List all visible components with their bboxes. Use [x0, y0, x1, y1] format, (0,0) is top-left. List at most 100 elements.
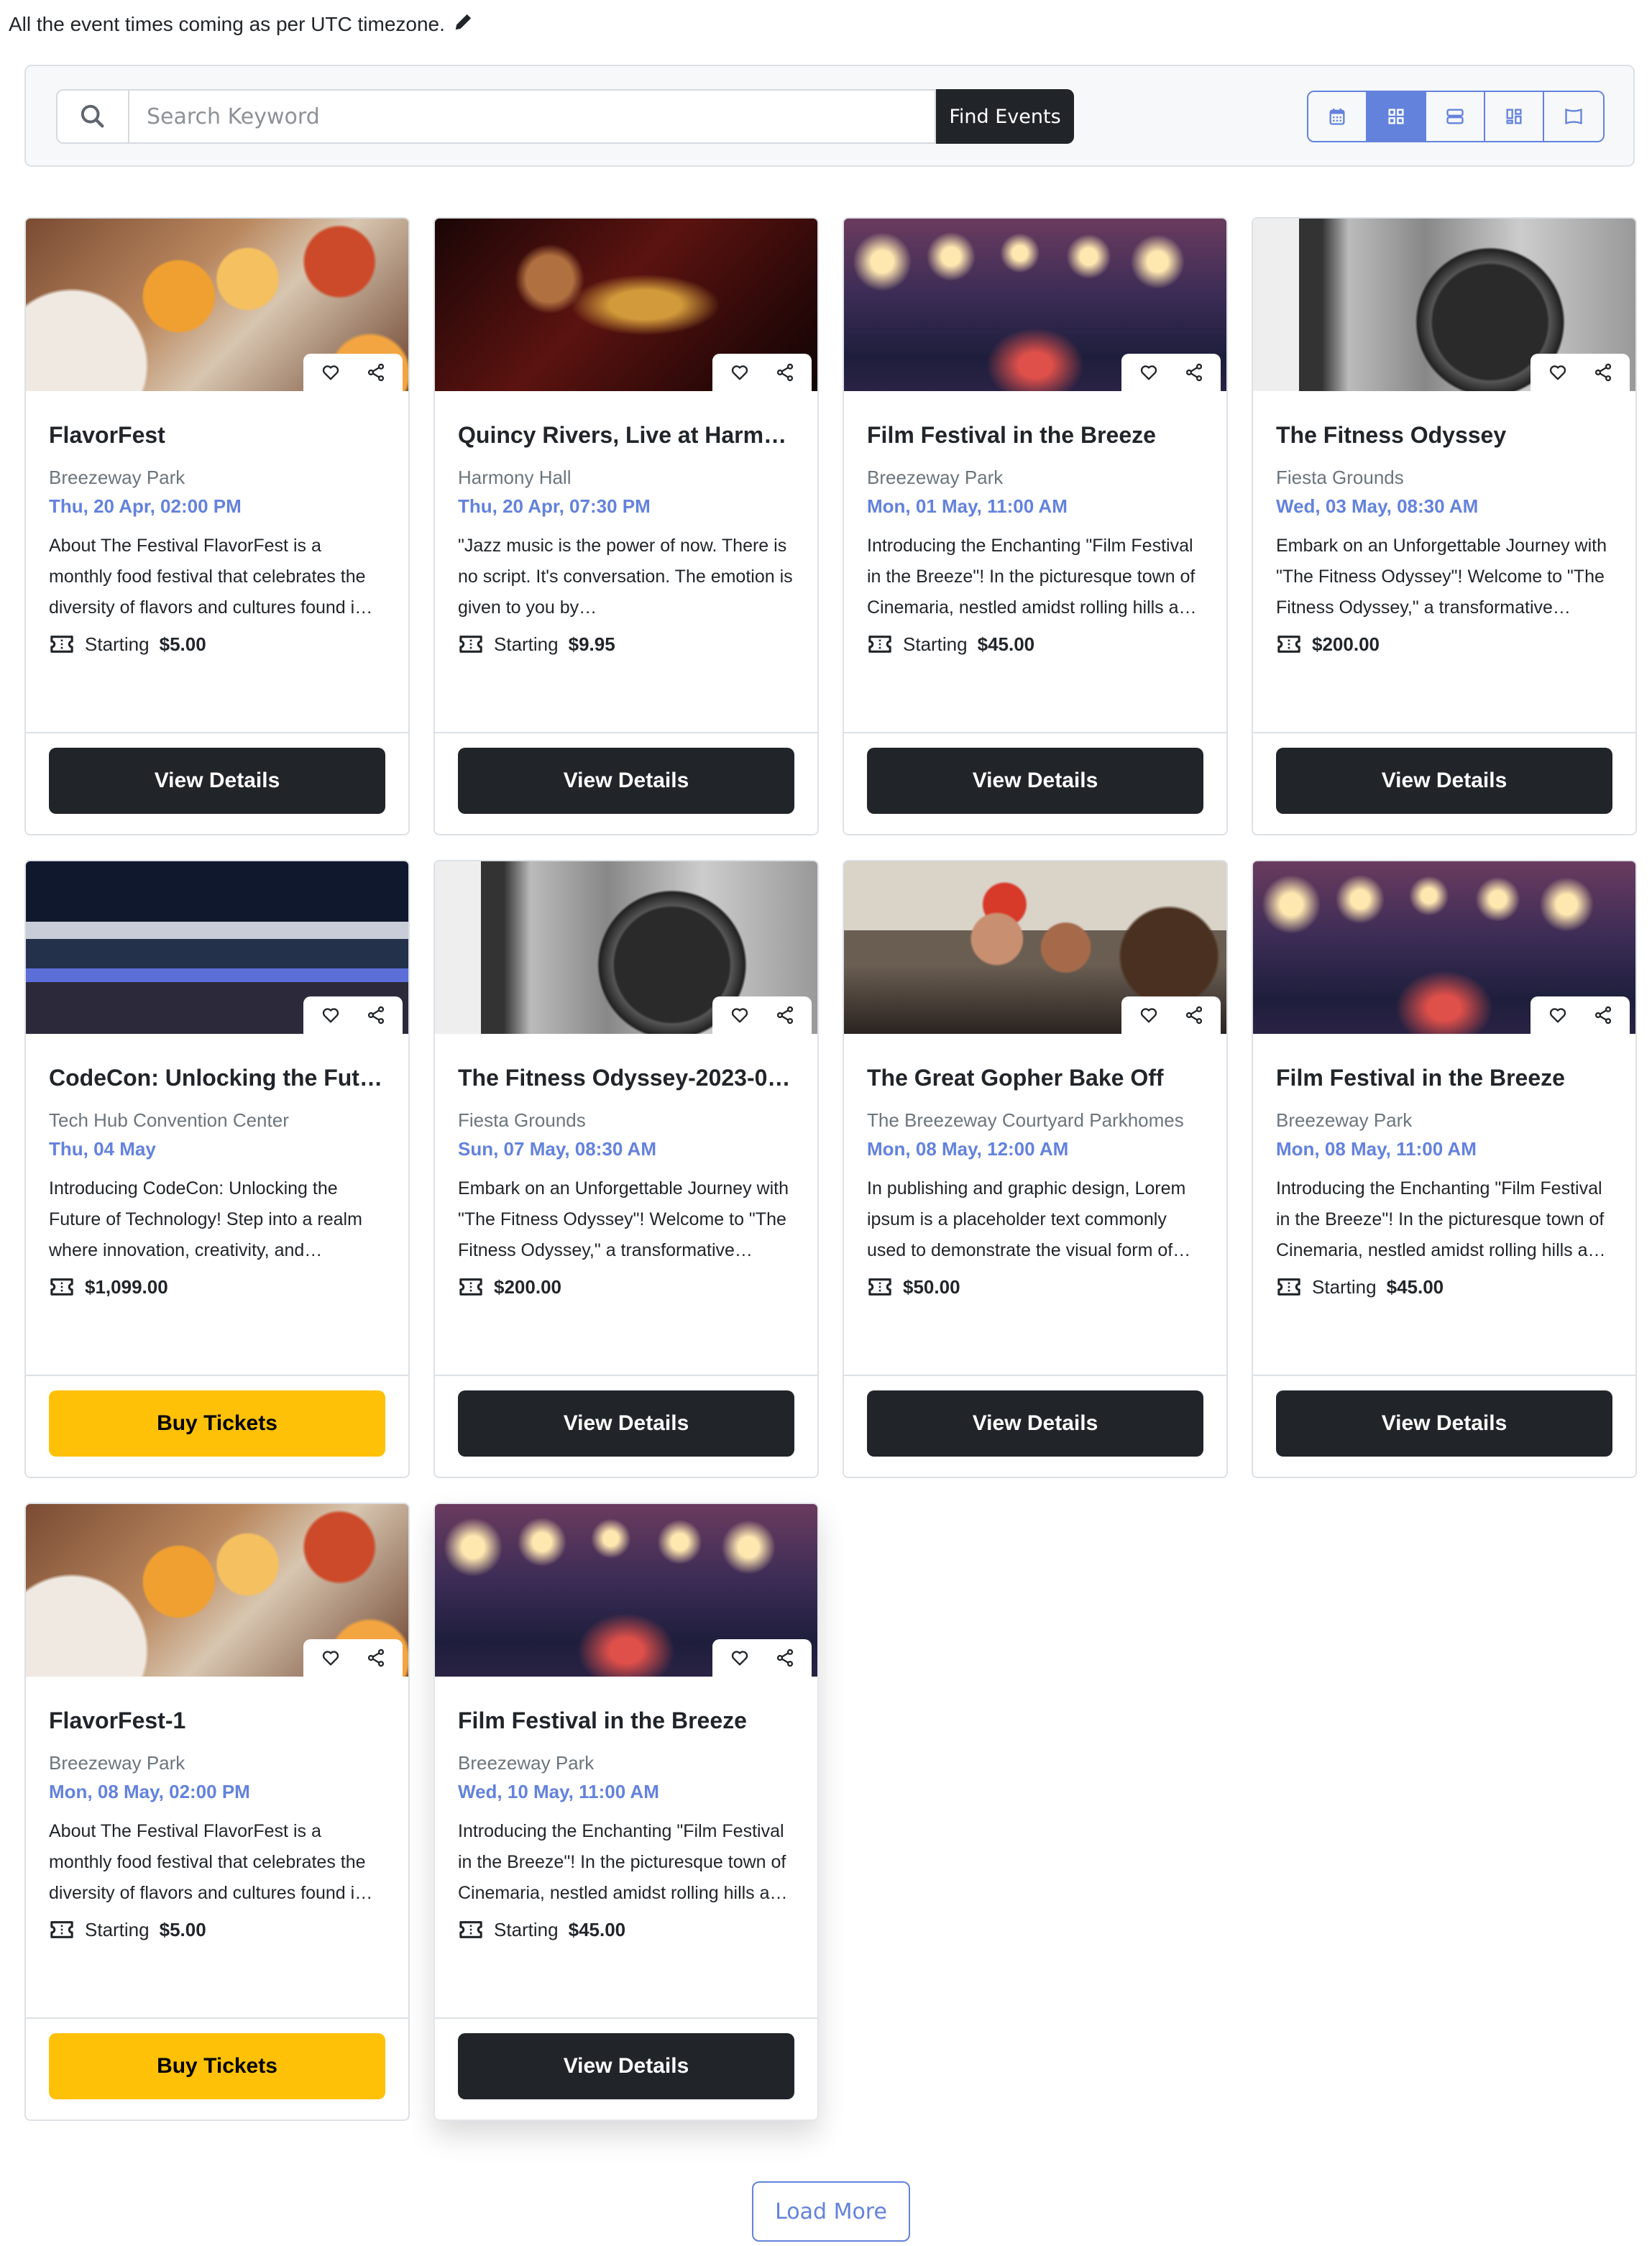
view-details-button[interactable]: View Details — [867, 748, 1203, 814]
load-more-button[interactable]: Load More — [752, 2181, 910, 2242]
event-image[interactable] — [26, 219, 408, 391]
view-details-button[interactable]: View Details — [458, 748, 794, 814]
ticket-icon — [459, 1921, 482, 1939]
search-input[interactable] — [128, 89, 936, 144]
event-footer: View Details — [435, 1375, 817, 1477]
event-description: About The Festival FlavorFest is a month… — [49, 1820, 373, 1903]
heart-icon — [1140, 1008, 1157, 1023]
event-date: Wed, 03 May, 08:30 AM — [1276, 495, 1479, 518]
share-icon — [1594, 1006, 1611, 1025]
view-details-button[interactable]: View Details — [458, 2033, 794, 2099]
ticket-icon — [1277, 1278, 1300, 1296]
share-button[interactable] — [775, 362, 795, 382]
share-button[interactable] — [366, 1648, 386, 1668]
share-button[interactable] — [775, 1005, 795, 1025]
view-details-button[interactable]: View Details — [49, 748, 385, 814]
favorite-button[interactable] — [321, 1005, 341, 1025]
event-card[interactable]: Quincy Rivers, Live at Harm… Harmony Hal… — [433, 217, 819, 835]
view-details-button[interactable]: View Details — [867, 1390, 1203, 1457]
share-button[interactable] — [366, 1005, 386, 1025]
buy-tickets-button[interactable]: Buy Tickets — [49, 1390, 385, 1457]
favorite-button[interactable] — [321, 1648, 341, 1668]
event-title[interactable]: FlavorFest-1 — [49, 1707, 385, 1734]
timezone-note: All the event times coming as per UTC ti… — [9, 12, 474, 37]
favorite-button[interactable] — [730, 1648, 750, 1668]
ticket-icon — [868, 1278, 891, 1296]
favorite-button[interactable] — [730, 362, 750, 382]
event-card[interactable]: FlavorFest-1 Breezeway Park Mon, 08 May,… — [24, 1503, 410, 2121]
share-button[interactable] — [1593, 1005, 1613, 1025]
event-title[interactable]: Quincy Rivers, Live at Harm… — [458, 421, 794, 449]
event-title[interactable]: Film Festival in the Breeze — [458, 1707, 794, 1734]
event-image[interactable] — [844, 861, 1226, 1034]
calendar-view-button[interactable] — [1308, 92, 1367, 141]
price-amount: $200.00 — [494, 1275, 561, 1298]
event-image[interactable] — [1253, 861, 1635, 1034]
event-title[interactable]: CodeCon: Unlocking the Fut… — [49, 1064, 385, 1091]
buy-tickets-button[interactable]: Buy Tickets — [49, 2033, 385, 2099]
masonry-view-button[interactable] — [1485, 92, 1544, 141]
event-image[interactable] — [435, 861, 817, 1034]
event-image[interactable] — [844, 219, 1226, 391]
favorite-button[interactable] — [1548, 1005, 1568, 1025]
list-icon — [1446, 109, 1464, 124]
event-venue: Harmony Hall — [458, 467, 572, 489]
find-events-button[interactable]: Find Events — [936, 89, 1074, 144]
event-card[interactable]: CodeCon: Unlocking the Fut… Tech Hub Con… — [24, 860, 410, 1478]
view-details-button[interactable]: View Details — [1276, 748, 1612, 814]
favorite-button[interactable] — [730, 1005, 750, 1025]
event-title[interactable]: The Fitness Odyssey — [1276, 421, 1612, 449]
share-button[interactable] — [1184, 1005, 1204, 1025]
event-description: "Jazz music is the power of now. There i… — [458, 535, 793, 618]
event-venue: The Breezeway Courtyard Parkhomes — [867, 1109, 1184, 1132]
event-card[interactable]: The Fitness Odyssey Fiesta Grounds Wed, … — [1252, 217, 1637, 835]
heart-icon — [731, 1651, 748, 1666]
event-card[interactable]: Film Festival in the Breeze Breezeway Pa… — [1252, 860, 1637, 1478]
event-image[interactable] — [435, 219, 817, 391]
event-title[interactable]: Film Festival in the Breeze — [1276, 1064, 1612, 1091]
event-description: About The Festival FlavorFest is a month… — [49, 535, 373, 618]
edit-timezone-icon[interactable] — [454, 12, 474, 37]
event-image[interactable] — [1253, 219, 1635, 391]
price-amount: $50.00 — [903, 1275, 960, 1298]
event-title[interactable]: FlavorFest — [49, 421, 385, 449]
price-amount: $45.00 — [977, 633, 1035, 655]
heart-icon — [731, 1008, 748, 1023]
grid-view-button[interactable] — [1367, 92, 1426, 141]
share-button[interactable] — [1593, 362, 1613, 382]
event-venue: Fiesta Grounds — [1276, 467, 1404, 489]
slider-view-button[interactable] — [1544, 92, 1603, 141]
favorite-button[interactable] — [1139, 362, 1159, 382]
event-card[interactable]: Film Festival in the Breeze Breezeway Pa… — [843, 217, 1228, 835]
event-title[interactable]: Film Festival in the Breeze — [867, 421, 1203, 449]
price-prefix: Starting — [494, 633, 559, 655]
event-title[interactable]: The Fitness Odyssey-2023-0… — [458, 1064, 794, 1091]
view-details-button[interactable]: View Details — [1276, 1390, 1612, 1457]
event-card[interactable]: The Fitness Odyssey-2023-0… Fiesta Groun… — [433, 860, 819, 1478]
view-details-button[interactable]: View Details — [458, 1390, 794, 1457]
event-image[interactable] — [435, 1504, 817, 1677]
favorite-button[interactable] — [321, 362, 341, 382]
event-price: Starting $5.00 — [49, 1919, 385, 1941]
favorite-button[interactable] — [1139, 1005, 1159, 1025]
event-card[interactable]: The Great Gopher Bake Off The Breezeway … — [843, 860, 1228, 1478]
event-body: The Great Gopher Bake Off The Breezeway … — [844, 1064, 1226, 1298]
event-body: CodeCon: Unlocking the Fut… Tech Hub Con… — [26, 1064, 408, 1298]
share-button[interactable] — [1184, 362, 1204, 382]
event-title[interactable]: The Great Gopher Bake Off — [867, 1064, 1203, 1091]
event-venue: Breezeway Park — [1276, 1109, 1413, 1132]
share-button[interactable] — [775, 1648, 795, 1668]
event-venue: Breezeway Park — [49, 1752, 185, 1774]
heart-icon — [1549, 365, 1566, 380]
event-price: Starting $5.00 — [49, 633, 385, 656]
heart-icon — [322, 1651, 339, 1666]
event-image[interactable] — [26, 861, 408, 1034]
share-button[interactable] — [366, 362, 386, 382]
favorite-button[interactable] — [1548, 362, 1568, 382]
event-image[interactable] — [26, 1504, 408, 1677]
event-date: Mon, 08 May, 02:00 PM — [49, 1781, 250, 1803]
list-view-button[interactable] — [1426, 92, 1485, 141]
event-card[interactable]: FlavorFest Breezeway Park Thu, 20 Apr, 0… — [24, 217, 410, 835]
event-footer: View Details — [844, 1375, 1226, 1477]
event-card[interactable]: Film Festival in the Breeze Breezeway Pa… — [433, 1503, 819, 2121]
